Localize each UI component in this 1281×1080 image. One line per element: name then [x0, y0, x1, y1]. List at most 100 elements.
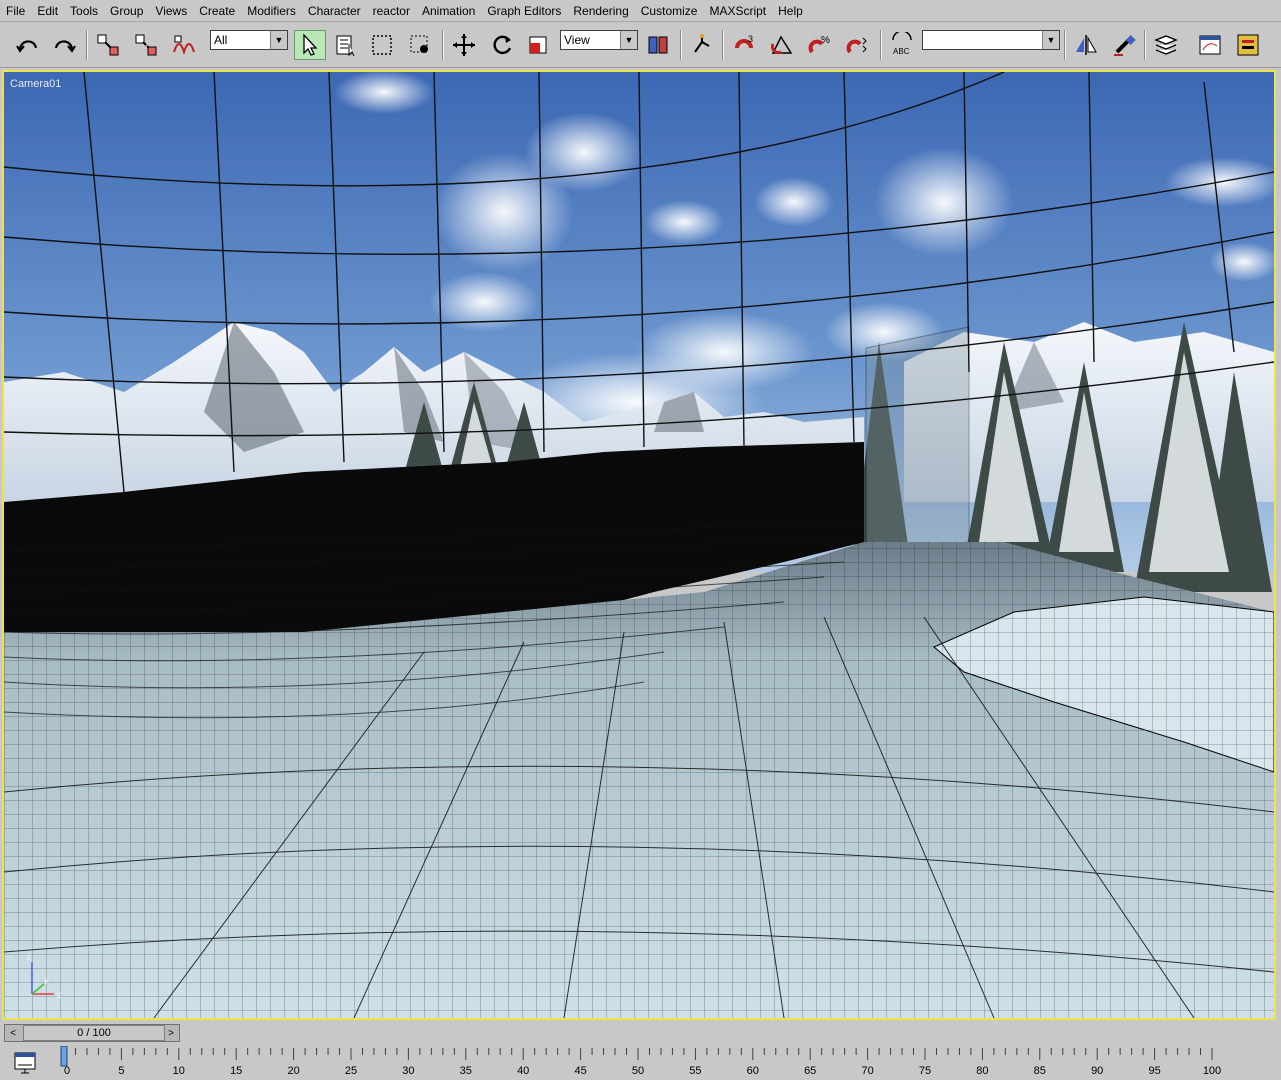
menu-file[interactable]: File	[0, 0, 31, 22]
timeline-ruler[interactable]: 0 5 10 15 20 25 30 35 40 45 50 55 60 65 70 75 80 85 90 95 10…	[60, 1046, 1274, 1078]
select-and-move-button[interactable]	[448, 30, 480, 60]
time-slider-thumb[interactable]: 0 / 100	[23, 1025, 165, 1041]
menu-maxscript[interactable]: MAXScript	[703, 0, 772, 22]
menu-rendering[interactable]: Rendering	[567, 0, 634, 22]
redo-icon	[54, 40, 76, 53]
menu-character[interactable]: Character	[302, 0, 367, 22]
schematic-icon	[1237, 34, 1259, 56]
bind-to-space-warp-button[interactable]	[168, 30, 200, 60]
viewport-scene	[4, 72, 1274, 1018]
rectangular-selection-button[interactable]	[366, 30, 398, 60]
axis-tripod-icon: z x y	[26, 952, 61, 1001]
selection-rectangle-icon	[372, 35, 392, 55]
snaps-toggle-button[interactable]: 3	[728, 30, 760, 60]
viewport-label[interactable]: Camera01	[10, 78, 61, 90]
undo-button[interactable]	[12, 30, 44, 60]
curve-editor-icon	[1199, 35, 1221, 55]
select-and-manipulate-button[interactable]	[686, 30, 718, 60]
scale-icon	[529, 36, 547, 54]
menu-create[interactable]: Create	[193, 0, 241, 22]
timeline-tick-label: 90	[1091, 1065, 1103, 1077]
axis-z-label: z	[26, 952, 31, 963]
align-button[interactable]	[1108, 30, 1140, 60]
space-warp-icon	[173, 35, 195, 56]
svg-text:ABC: ABC	[893, 47, 910, 56]
menu-views[interactable]: Views	[149, 0, 193, 22]
link-icon	[97, 34, 119, 56]
curve-editor-button[interactable]	[1194, 30, 1226, 60]
menu-help[interactable]: Help	[772, 0, 809, 22]
timeline-tick-label: 15	[230, 1065, 242, 1077]
camera-viewport[interactable]: Camera01 z x y	[2, 70, 1276, 1020]
menu-customize[interactable]: Customize	[635, 0, 704, 22]
selection-filter-value: All	[214, 33, 228, 47]
current-frame-marker[interactable]	[60, 1046, 68, 1067]
cursor-arrow-icon	[303, 33, 318, 56]
menu-reactor[interactable]: reactor	[367, 0, 416, 22]
select-by-name-button[interactable]	[330, 30, 362, 60]
chevron-down-icon: ▼	[1042, 31, 1059, 49]
window-crossing-icon	[410, 35, 428, 53]
main-toolbar: All ▼ View ▼ 3 % ABC ▼	[0, 22, 1281, 68]
menu-tools[interactable]: Tools	[64, 0, 104, 22]
next-frame-button[interactable]: >	[163, 1025, 179, 1041]
time-slider[interactable]: < 0 / 100 >	[4, 1024, 180, 1042]
named-selection-icon: ABC	[892, 32, 912, 56]
magnet-3d-icon: 3	[735, 34, 753, 49]
select-object-button[interactable]	[294, 30, 326, 60]
angle-snap-icon	[770, 35, 793, 55]
angle-snap-toggle-button[interactable]	[766, 30, 798, 60]
timeline-tick-label: 85	[1034, 1065, 1046, 1077]
spinner-snap-icon	[846, 37, 867, 54]
timeline-tick-label: 50	[632, 1065, 644, 1077]
spinner-snap-toggle-button[interactable]	[842, 30, 874, 60]
timeline-tick-label: 10	[173, 1065, 185, 1077]
timeline-tick-label: 80	[976, 1065, 988, 1077]
axis-x-label: x	[56, 990, 61, 1001]
axis-y-label: y	[44, 974, 49, 985]
timeline-tick-label: 40	[517, 1065, 529, 1077]
unlink-selection-button[interactable]	[130, 30, 162, 60]
layer-manager-button[interactable]	[1150, 30, 1182, 60]
timeline-tick-label: 95	[1148, 1065, 1160, 1077]
rotate-icon	[493, 35, 512, 55]
select-and-rotate-button[interactable]	[486, 30, 518, 60]
previous-frame-button[interactable]: <	[5, 1025, 21, 1041]
menu-modifiers[interactable]: Modifiers	[241, 0, 302, 22]
select-and-link-button[interactable]	[92, 30, 124, 60]
mirror-button[interactable]	[1070, 30, 1102, 60]
edit-named-selection-button[interactable]: ABC	[886, 30, 918, 60]
timeline-tick-label: 5	[118, 1065, 124, 1077]
timeline-tick-label: 65	[804, 1065, 816, 1077]
unlink-icon	[135, 34, 157, 56]
track-bar: 0 5 10 15 20 25 30 35 40 45 50 55 60 65 70 75 80 85 90 95 10…	[0, 1044, 1281, 1080]
svg-text:%: %	[821, 35, 830, 46]
percent-snap-toggle-button[interactable]: %	[804, 30, 836, 60]
named-selection-dropdown[interactable]: ▼	[922, 30, 1060, 50]
timeline-tick-label: 20	[287, 1065, 299, 1077]
select-and-scale-button[interactable]	[522, 30, 554, 60]
chevron-down-icon: ▼	[620, 31, 637, 49]
use-pivot-center-button[interactable]	[642, 30, 674, 60]
menu-graph-editors[interactable]: Graph Editors	[481, 0, 567, 22]
window-crossing-button[interactable]	[404, 30, 436, 60]
timeline-tick-label: 70	[861, 1065, 873, 1077]
chevron-down-icon: ▼	[270, 31, 287, 49]
redo-button[interactable]	[48, 30, 80, 60]
timeline-tick-label: 45	[574, 1065, 586, 1077]
menu-edit[interactable]: Edit	[31, 0, 64, 22]
mini-curve-editor-icon[interactable]	[12, 1050, 40, 1074]
undo-icon	[16, 40, 38, 53]
menu-animation[interactable]: Animation	[416, 0, 481, 22]
timeline-tick-label: 30	[402, 1065, 414, 1077]
move-arrows-icon	[453, 34, 475, 56]
timeline-tick-label: 25	[345, 1065, 357, 1077]
menu-group[interactable]: Group	[104, 0, 149, 22]
schematic-view-button[interactable]	[1232, 30, 1264, 60]
reference-coordinate-dropdown[interactable]: View ▼	[560, 30, 638, 50]
selection-filter-dropdown[interactable]: All ▼	[210, 30, 288, 50]
pivot-center-icon	[648, 36, 668, 54]
menu-bar: File Edit Tools Group Views Create Modifiers Ch…	[0, 0, 1281, 22]
timeline-tick-label: 75	[919, 1065, 931, 1077]
align-icon	[1114, 35, 1136, 56]
